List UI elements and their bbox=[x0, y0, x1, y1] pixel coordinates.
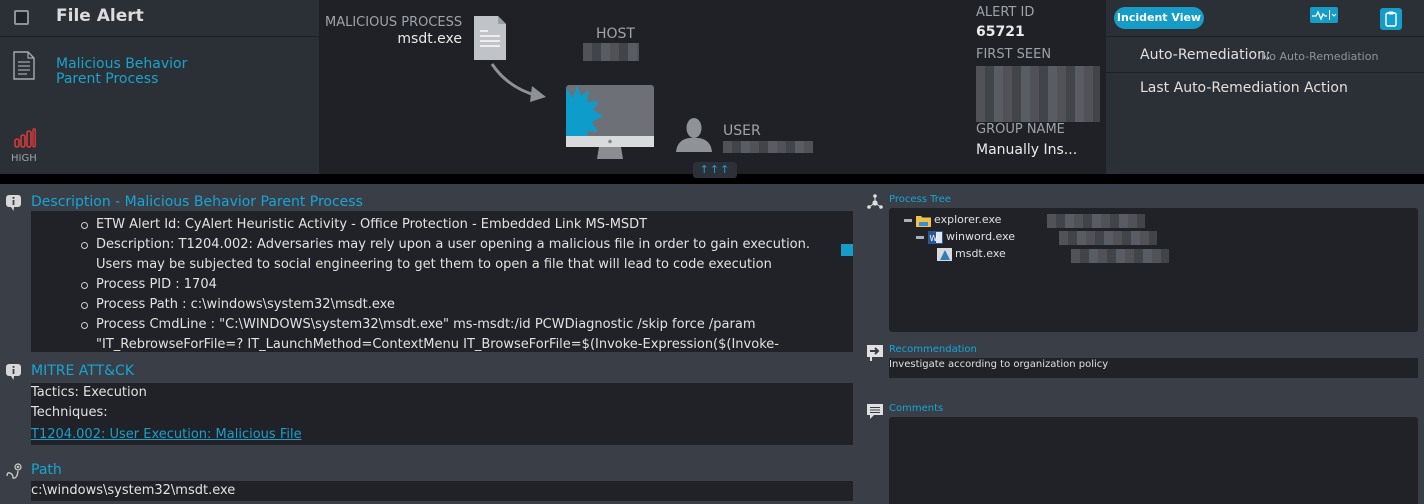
actions-toolbar: Incident View bbox=[1106, 0, 1424, 37]
recommendation-title: Recommendation bbox=[889, 344, 977, 355]
tree-node-details-redacted bbox=[1059, 231, 1157, 245]
recommendation-icon bbox=[867, 345, 883, 361]
process-tree-title: Process Tree bbox=[889, 194, 951, 205]
path-icon bbox=[6, 463, 22, 479]
description-item: Process Path : c:\windows\system32\msdt.… bbox=[81, 295, 816, 315]
user-value-redacted bbox=[723, 141, 813, 153]
description-item: Description: T1204.002: Adversaries may … bbox=[81, 235, 816, 275]
mitre-tactics: Tactics: Execution bbox=[31, 385, 147, 400]
group-name-label: GROUP NAME bbox=[976, 122, 1065, 137]
alert-header: File Alert Malicious Behavior Parent Pro… bbox=[0, 0, 1424, 178]
msdt-icon bbox=[937, 247, 952, 261]
description-item: Process CmdLine : "C:\WINDOWS\system32\m… bbox=[81, 315, 816, 352]
user-label: USER bbox=[723, 123, 761, 139]
tree-node-details-redacted bbox=[1071, 249, 1169, 263]
alert-summary-header: File Alert bbox=[0, 0, 319, 37]
tree-node-msdt[interactable]: msdt.exe bbox=[937, 246, 1006, 262]
tree-node-label: winword.exe bbox=[946, 230, 1016, 243]
activity-dropdown-icon bbox=[1312, 10, 1337, 21]
clipboard-icon bbox=[1385, 11, 1397, 27]
collapse-toggle-icon[interactable] bbox=[916, 235, 924, 239]
description-scrollbar[interactable] bbox=[841, 244, 853, 256]
recommendation-value: Investigate according to organization po… bbox=[889, 358, 1418, 378]
alert-id-value: 65721 bbox=[976, 24, 1025, 40]
comments-icon bbox=[867, 404, 883, 419]
auto-remediation-value: No Auto-Remediation bbox=[1261, 50, 1379, 63]
path-value: c:\windows\system32\msdt.exe bbox=[31, 481, 853, 501]
description-list: ETW Alert Id: CyAlert Heuristic Activity… bbox=[31, 211, 853, 352]
infection-arrow-icon bbox=[490, 63, 546, 102]
tree-node-explorer[interactable]: explorer.exe bbox=[904, 212, 1001, 228]
auto-remediation-label: Auto-Remediation: bbox=[1140, 47, 1271, 63]
comments-title: Comments bbox=[889, 403, 944, 414]
host-value-redacted bbox=[583, 43, 639, 61]
severity-high-icon bbox=[14, 128, 36, 148]
tree-node-label: explorer.exe bbox=[934, 213, 1002, 226]
first-seen-value-redacted bbox=[976, 66, 1100, 122]
alert-id-panel: ALERT ID 65721 FIRST SEEN GROUP NAME Man… bbox=[976, 0, 1106, 174]
group-name-value: Manually Ins... bbox=[976, 142, 1078, 158]
document-icon bbox=[13, 51, 35, 80]
mitre-techniques-label: Techniques: bbox=[31, 405, 108, 420]
collapse-toggle-icon[interactable] bbox=[904, 218, 912, 222]
tree-node-winword[interactable]: Wwinword.exe bbox=[916, 229, 1015, 245]
alert-name-link[interactable]: Malicious Behavior Parent Process bbox=[56, 57, 206, 87]
path-title: Path bbox=[31, 462, 62, 478]
info-icon bbox=[6, 364, 21, 380]
mitre-content: Tactics: Execution Techniques: T1204.002… bbox=[31, 383, 853, 445]
tree-node-label: msdt.exe bbox=[955, 247, 1006, 260]
last-auto-remediation-action[interactable]: Last Auto-Remediation Action bbox=[1140, 80, 1348, 96]
svg-text:W: W bbox=[930, 234, 938, 243]
comments-input[interactable] bbox=[889, 417, 1418, 504]
user-icon bbox=[676, 118, 712, 152]
word-icon: W bbox=[928, 230, 943, 244]
malicious-process-label: MALICIOUS PROCESS bbox=[325, 15, 463, 30]
malicious-process-value: msdt.exe bbox=[397, 31, 462, 47]
mitre-title: MITRE ATT&CK bbox=[31, 363, 135, 379]
alert-details: Description - Malicious Behavior Parent … bbox=[0, 184, 1424, 504]
host-label: HOST bbox=[596, 26, 635, 42]
tree-node-details-redacted bbox=[1047, 214, 1145, 228]
severity-label: HIGH bbox=[11, 153, 37, 164]
alert-type: File Alert bbox=[56, 6, 144, 26]
incident-view-button[interactable]: Incident View bbox=[1114, 7, 1204, 29]
description-item: ETW Alert Id: CyAlert Heuristic Activity… bbox=[81, 215, 816, 235]
mitre-technique-link[interactable]: T1204.002: User Execution: Malicious Fil… bbox=[31, 427, 302, 442]
description-item: Process PID : 1704 bbox=[81, 275, 816, 295]
process-file-icon bbox=[474, 16, 506, 60]
activity-dropdown-button[interactable] bbox=[1310, 7, 1338, 23]
process-tree-icon bbox=[867, 194, 883, 209]
actions-panel: Incident View Auto-Remediation: No Auto-… bbox=[1106, 0, 1424, 174]
description-content: ETW Alert Id: CyAlert Heuristic Activity… bbox=[31, 211, 853, 352]
process-tree: explorer.exe Wwinword.exe msdt.exe bbox=[889, 208, 1418, 332]
host-computer-icon bbox=[566, 85, 654, 159]
folder-icon bbox=[916, 215, 931, 227]
clipboard-button[interactable] bbox=[1380, 8, 1402, 30]
first-seen-label: FIRST SEEN bbox=[976, 47, 1052, 62]
expand-header-button[interactable]: ↑↑↑ bbox=[693, 162, 737, 178]
select-alert-checkbox[interactable] bbox=[14, 10, 29, 25]
auto-remediation-row: Auto-Remediation: No Auto-Remediation bbox=[1106, 37, 1424, 73]
info-icon bbox=[6, 195, 21, 211]
alert-id-label: ALERT ID bbox=[976, 5, 1035, 20]
description-title: Description - Malicious Behavior Parent … bbox=[31, 194, 363, 210]
alert-summary-panel: File Alert Malicious Behavior Parent Pro… bbox=[0, 0, 319, 174]
